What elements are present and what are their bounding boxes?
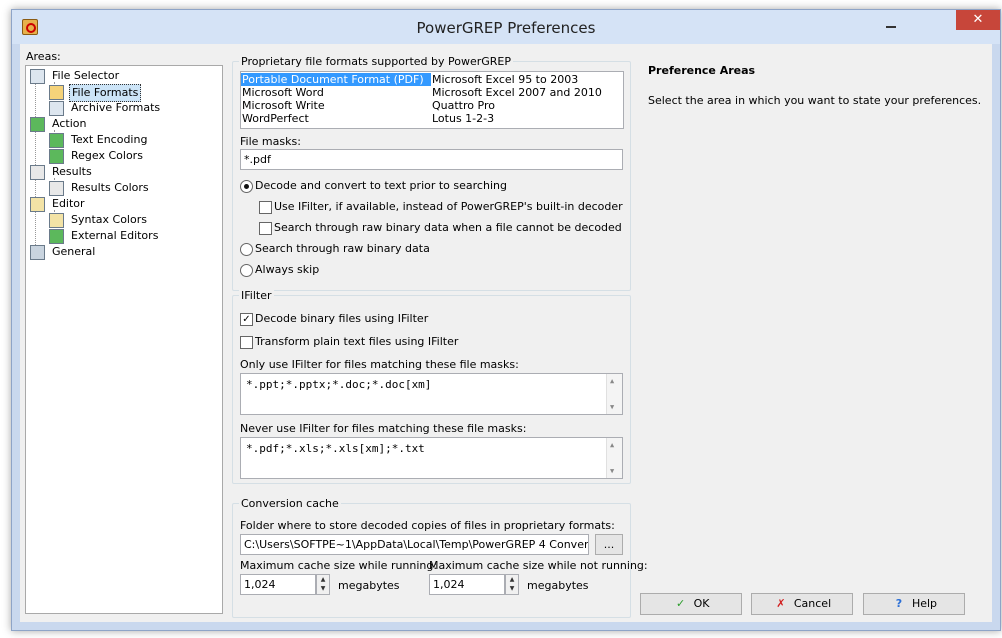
external-editors-icon: [49, 229, 64, 244]
results-icon: [30, 165, 45, 180]
search-raw-label: Search through raw binary data: [255, 242, 430, 255]
max-idle-input[interactable]: 1,024: [429, 574, 505, 595]
raw-fallback-label: Search through raw binary data when a fi…: [274, 221, 622, 234]
file-masks-label: File masks:: [240, 135, 301, 148]
transform-plain-checkbox[interactable]: [240, 336, 253, 349]
only-ifilter-masks-text: *.ppt;*.pptx;*.doc;*.doc[xm]: [246, 378, 432, 391]
decode-radio[interactable]: [240, 180, 253, 193]
max-running-input[interactable]: 1,024: [240, 574, 316, 595]
list-item[interactable]: Lotus 1-2-3: [432, 112, 494, 125]
max-running-spinner[interactable]: ▲ ▼: [316, 574, 330, 595]
only-ifilter-masks-textarea[interactable]: *.ppt;*.pptx;*.doc;*.doc[xm] ▲ ▼: [240, 373, 623, 415]
cross-icon: ✗: [776, 597, 786, 610]
action-icon: [30, 117, 45, 132]
help-icon: ?: [895, 597, 903, 610]
formats-group-label: Proprietary file formats supported by Po…: [239, 55, 514, 68]
editor-icon: [30, 197, 45, 212]
always-skip-radio[interactable]: [240, 264, 253, 277]
cancel-button[interactable]: ✗ Cancel: [751, 593, 853, 615]
close-button[interactable]: ✕: [956, 10, 1000, 30]
raw-fallback-checkbox[interactable]: [259, 222, 272, 235]
title-bar: PowerGREP Preferences ✕: [12, 10, 1000, 44]
max-running-label: Maximum cache size while running:: [240, 559, 438, 572]
dialog-content: Areas: File Selector File Formats Archiv…: [20, 44, 992, 622]
never-ifilter-masks-text: *.pdf;*.xls;*.xls[xm];*.txt: [246, 442, 425, 455]
list-item[interactable]: Quattro Pro: [432, 99, 495, 112]
never-ifilter-masks-textarea[interactable]: *.pdf;*.xls;*.xls[xm];*.txt ▲ ▼: [240, 437, 623, 479]
cache-group-label: Conversion cache: [239, 497, 341, 510]
transform-plain-label: Transform plain text files using IFilter: [255, 335, 459, 348]
formats-list[interactable]: Portable Document Format (PDF) Microsoft…: [240, 71, 624, 129]
max-idle-label: Maximum cache size while not running:: [429, 559, 648, 572]
max-running-unit: megabytes: [338, 579, 400, 592]
areas-label: Areas:: [26, 50, 61, 63]
text-encoding-icon: [49, 133, 64, 148]
preferences-window: PowerGREP Preferences ✕ Areas: File Sele…: [11, 9, 1001, 631]
vertical-scrollbar[interactable]: ▲ ▼: [606, 374, 622, 414]
cache-folder-input[interactable]: C:\Users\SOFTPE~1\AppData\Local\Temp\Pow…: [240, 534, 589, 555]
file-selector-icon: [30, 69, 45, 84]
decode-binary-label: Decode binary files using IFilter: [255, 312, 429, 325]
syntax-colors-icon: [49, 213, 64, 228]
never-ifilter-label: Never use IFilter for files matching the…: [240, 422, 527, 435]
list-item[interactable]: Microsoft Write: [242, 99, 325, 112]
ok-label: OK: [693, 597, 710, 610]
minimize-button[interactable]: [881, 16, 901, 30]
use-ifilter-label: Use IFilter, if available, instead of Po…: [274, 200, 623, 213]
list-item[interactable]: Microsoft Word: [242, 86, 324, 99]
general-icon: [30, 245, 45, 260]
regex-colors-icon: [49, 149, 64, 164]
areas-tree[interactable]: File Selector File Formats Archive Forma…: [25, 65, 223, 614]
cancel-label: Cancel: [793, 597, 832, 610]
help-button[interactable]: ? Help: [863, 593, 965, 615]
max-idle-unit: megabytes: [527, 579, 589, 592]
archive-formats-icon: [49, 101, 64, 116]
ifilter-group-label: IFilter: [239, 289, 274, 302]
window-title: PowerGREP Preferences: [416, 19, 596, 37]
file-masks-input[interactable]: *.pdf: [240, 149, 623, 170]
ok-button[interactable]: ✓ OK: [640, 593, 742, 615]
list-item[interactable]: Microsoft Excel 95 to 2003: [432, 73, 578, 86]
max-idle-spinner[interactable]: ▲ ▼: [505, 574, 519, 595]
results-colors-icon: [49, 181, 64, 196]
decode-label: Decode and convert to text prior to sear…: [255, 179, 507, 192]
list-item[interactable]: WordPerfect: [242, 112, 309, 125]
list-item[interactable]: Portable Document Format (PDF): [241, 73, 431, 86]
search-raw-radio[interactable]: [240, 243, 253, 256]
cache-folder-label: Folder where to store decoded copies of …: [240, 519, 615, 532]
always-skip-label: Always skip: [255, 263, 320, 276]
vertical-scrollbar[interactable]: ▲ ▼: [606, 438, 622, 478]
browse-button[interactable]: ...: [595, 534, 623, 555]
checkmark-icon: ✓: [675, 597, 686, 610]
only-ifilter-label: Only use IFilter for files matching thes…: [240, 358, 519, 371]
preference-areas-description: Select the area in which you want to sta…: [648, 94, 982, 107]
list-item[interactable]: Microsoft Excel 2007 and 2010: [432, 86, 602, 99]
file-formats-icon: [49, 85, 64, 100]
decode-binary-checkbox[interactable]: ✓: [240, 313, 253, 326]
preference-areas-title: Preference Areas: [648, 64, 756, 77]
use-ifilter-checkbox[interactable]: [259, 201, 272, 214]
help-label: Help: [911, 597, 938, 610]
